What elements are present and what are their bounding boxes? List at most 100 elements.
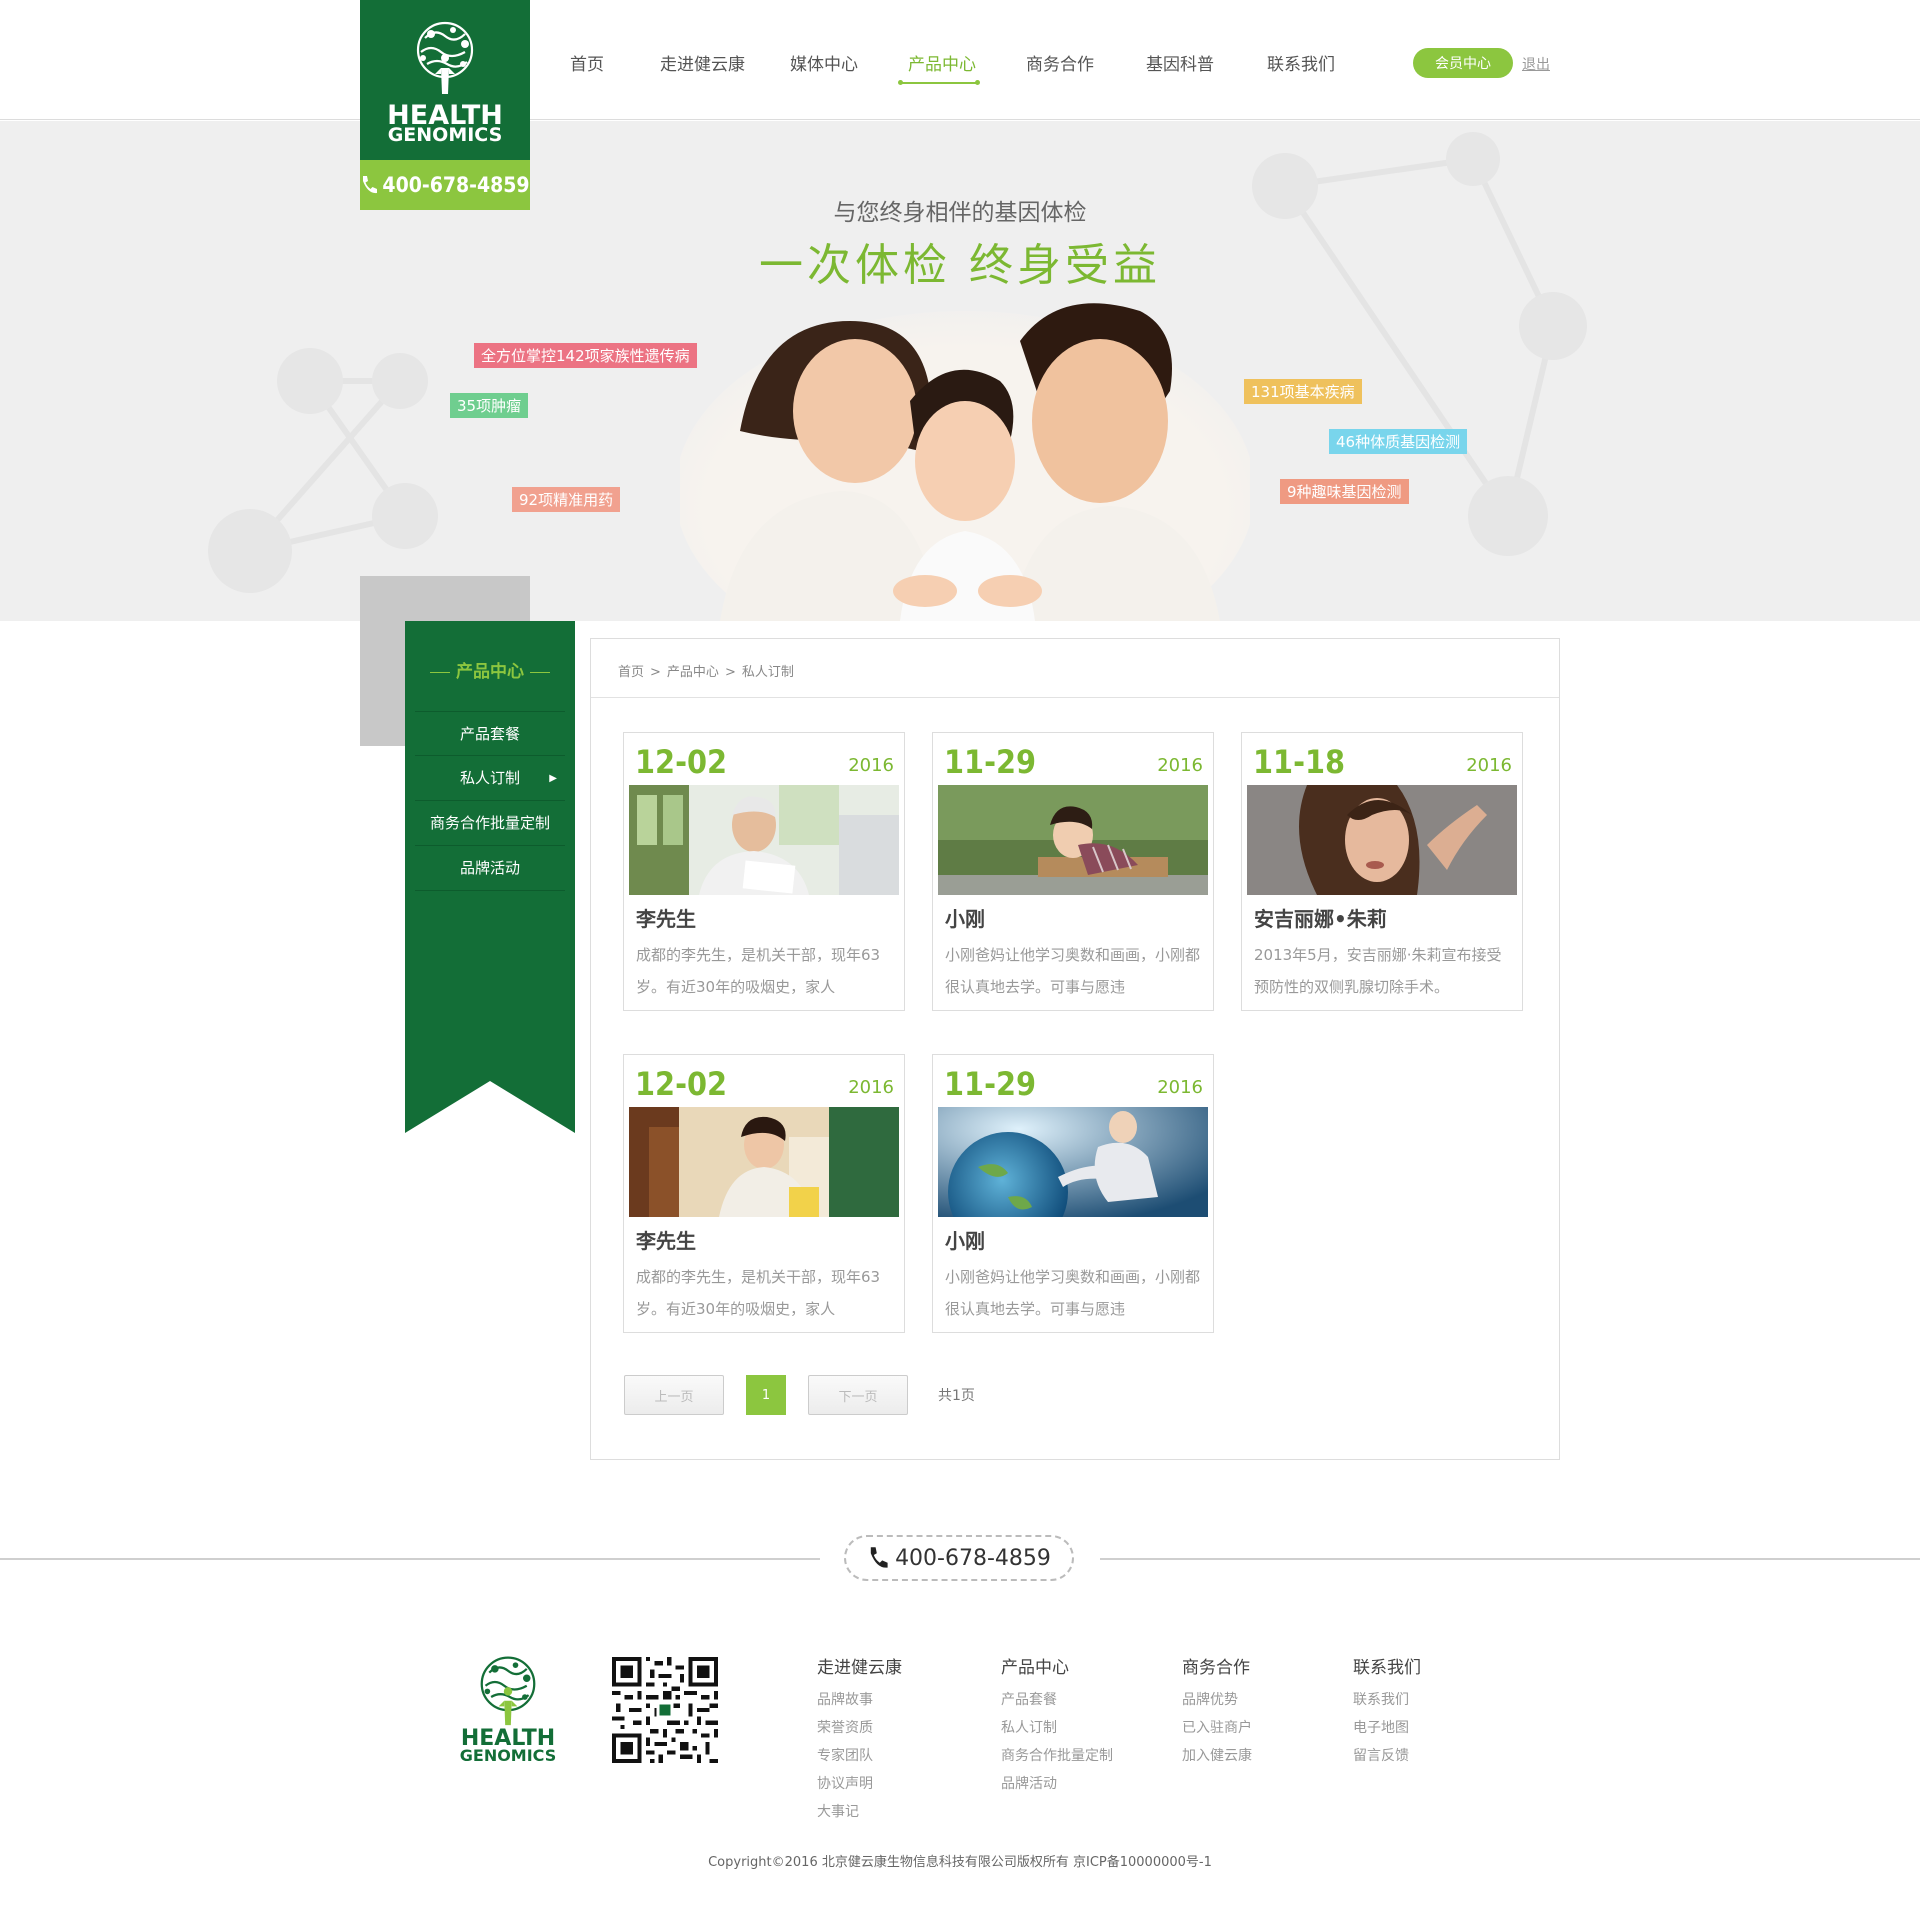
nav-products[interactable]: 产品中心	[898, 44, 1026, 85]
card-description: 小刚爸妈让他学习奥数和画画，小刚都很认真地去学。可事与愿违	[945, 946, 1201, 996]
sidebar-title: 产品中心	[405, 657, 575, 682]
card-date: 11-18	[1253, 743, 1346, 781]
footer-link[interactable]: 品牌优势	[1182, 1686, 1252, 1714]
card-year: 2016	[848, 755, 894, 776]
card-photo	[629, 1107, 899, 1217]
caret-right-icon: ▶	[549, 773, 557, 784]
footer-logo[interactable]: HEALTH GENOMICS	[458, 1652, 558, 1767]
qr-code	[612, 1657, 718, 1763]
page: 首页 走进健云康 媒体中心 产品中心 商务合作 基因科普 联系我们 会员中心 退…	[0, 0, 1920, 1930]
footer-phone: 400-678-4859	[844, 1535, 1074, 1581]
card-name: 小刚	[945, 1229, 985, 1253]
banner-title: 一次体检 终身受益	[759, 240, 1161, 291]
footer-link[interactable]: 已入驻商户	[1182, 1714, 1252, 1742]
footer-link[interactable]: 联系我们	[1353, 1686, 1421, 1714]
site-header: 首页 走进健云康 媒体中心 产品中心 商务合作 基因科普 联系我们 会员中心 退…	[0, 0, 1920, 120]
footer-column-title: 商务合作	[1182, 1658, 1250, 1678]
nav-contact[interactable]: 联系我们	[1267, 44, 1367, 80]
footer-phone-number: 400-678-4859	[895, 1545, 1051, 1571]
footer-column-title: 联系我们	[1353, 1658, 1421, 1678]
footer-link[interactable]: 电子地图	[1353, 1714, 1421, 1742]
card-name: 安吉丽娜•朱莉	[1254, 907, 1387, 931]
logout-link[interactable]: 退出	[1522, 54, 1550, 74]
page-total: 共1页	[938, 1388, 975, 1404]
logo-text-genomics: GENOMICS	[387, 124, 503, 146]
footer-link[interactable]: 私人订制	[1001, 1714, 1113, 1742]
nav-media[interactable]: 媒体中心	[790, 44, 912, 80]
hero-banner: 与您终身相伴的基因体检 一次体检 终身受益 全方位掌控142项家族性遗传病 35…	[0, 121, 1920, 621]
banner-tag-tumor: 35项肿瘤	[450, 393, 529, 418]
story-card[interactable]: 11-29 2016 小刚 小刚爸妈让他学习奥数和画画，小刚都很认真地去学。可事…	[932, 732, 1214, 1011]
footer-link[interactable]: 协议声明	[817, 1770, 902, 1798]
story-card[interactable]: 11-18 2016 安吉丽娜•朱莉 2013年5月，安吉丽娜·朱莉宣布接受预防…	[1241, 732, 1523, 1011]
nav-active-underline	[898, 80, 980, 85]
card-date: 11-29	[944, 743, 1037, 781]
sidebar-item-custom[interactable]: 私人订制 ▶	[415, 756, 565, 801]
breadcrumb-products[interactable]: 产品中心	[667, 665, 719, 680]
footer-column-contact: 联系我们 联系我们 电子地图 留言反馈	[1353, 1653, 1421, 1770]
banner-tag-constitution: 46种体质基因检测	[1329, 429, 1468, 454]
card-name: 小刚	[945, 907, 985, 931]
logo[interactable]: HEALTH GENOMICS 400-678-4859	[360, 0, 530, 210]
story-card[interactable]: 12-02 2016 李先生 成都的李先生，是机关干部，现年63岁。有近30年的…	[623, 1054, 905, 1333]
footer-divider-left	[0, 1558, 820, 1560]
footer-link[interactable]: 大事记	[817, 1798, 902, 1826]
footer-column-title: 走进健云康	[817, 1658, 902, 1678]
sidebar-item-packages[interactable]: 产品套餐	[415, 711, 565, 756]
card-name: 李先生	[636, 907, 696, 931]
banner-tag-fun: 9种趣味基因检测	[1280, 479, 1409, 504]
page-number-current[interactable]: 1	[746, 1375, 786, 1415]
card-date: 12-02	[635, 743, 728, 781]
banner-subtitle: 与您终身相伴的基因体检	[833, 200, 1087, 226]
sidebar-item-brand[interactable]: 品牌活动	[415, 846, 565, 891]
tree-logo-icon	[416, 21, 474, 94]
tree-logo-icon	[480, 1656, 536, 1726]
footer-link[interactable]: 产品套餐	[1001, 1686, 1113, 1714]
main-nav: 首页 走进健云康 媒体中心 产品中心 商务合作 基因科普 联系我们	[570, 44, 1367, 85]
footer-link[interactable]: 品牌活动	[1001, 1770, 1113, 1798]
card-photo	[938, 785, 1208, 895]
footer-link[interactable]: 留言反馈	[1353, 1742, 1421, 1770]
breadcrumb: 首页 > 产品中心 > 私人订制	[618, 661, 794, 680]
footer-link[interactable]: 荣誉资质	[817, 1714, 902, 1742]
prev-page-button[interactable]: 上一页	[624, 1375, 724, 1415]
family-photo	[680, 303, 1250, 621]
nav-products-label: 产品中心	[908, 55, 976, 75]
footer-column-products: 产品中心 产品套餐 私人订制 商务合作批量定制 品牌活动	[1001, 1653, 1113, 1798]
card-description: 小刚爸妈让他学习奥数和画画，小刚都很认真地去学。可事与愿违	[945, 1268, 1201, 1318]
content-panel: 首页 > 产品中心 > 私人订制 12-02 2016 李先生 成都的李先生，是机关干部…	[590, 638, 1560, 1460]
pagination: 上一页 1 下一页 共1页	[624, 1375, 975, 1415]
nav-business[interactable]: 商务合作	[1026, 44, 1146, 80]
story-card[interactable]: 11-29 2016 小刚 小刚爸妈让他学习奥数和画画，小刚都很认真地去学。可事…	[932, 1054, 1214, 1333]
logo-phone: 400-678-4859	[360, 160, 530, 210]
logo-panel: HEALTH GENOMICS	[360, 0, 530, 160]
next-page-button[interactable]: 下一页	[808, 1375, 908, 1415]
footer-link[interactable]: 商务合作批量定制	[1001, 1742, 1113, 1770]
member-center-button[interactable]: 会员中心	[1413, 48, 1513, 78]
card-description: 成都的李先生，是机关干部，现年63岁。有近30年的吸烟史，家人	[636, 946, 881, 996]
banner-tag-drug: 92项精准用药	[512, 487, 621, 512]
nav-home[interactable]: 首页	[570, 44, 654, 80]
story-card[interactable]: 12-02 2016 李先生 成都的李先生，是机关干部，现年63岁。有近30年的…	[623, 732, 905, 1011]
footer-column-title: 产品中心	[1001, 1658, 1069, 1678]
card-name: 李先生	[636, 1229, 696, 1253]
phone-icon	[870, 1547, 888, 1568]
card-year: 2016	[1157, 755, 1203, 776]
card-year: 2016	[848, 1077, 894, 1098]
copyright: Copyright©2016 北京健云康生物信息科技有限公司版权所有 京ICP备…	[708, 1855, 1212, 1870]
footer-link[interactable]: 加入健云康	[1182, 1742, 1252, 1770]
card-photo	[1247, 785, 1517, 895]
banner-tag-disease: 131项基本疾病	[1244, 379, 1362, 404]
footer-link[interactable]: 专家团队	[817, 1742, 902, 1770]
card-date: 12-02	[635, 1065, 728, 1103]
card-photo	[629, 785, 899, 895]
breadcrumb-current: 私人订制	[741, 665, 794, 680]
sidebar-item-bulk[interactable]: 商务合作批量定制	[415, 801, 565, 846]
nav-about[interactable]: 走进健云康	[660, 44, 802, 80]
phone-icon	[363, 176, 378, 194]
title-dash-left	[430, 671, 450, 673]
breadcrumb-home[interactable]: 首页	[618, 665, 644, 680]
nav-gene-science[interactable]: 基因科普	[1146, 44, 1267, 80]
card-description: 2013年5月，安吉丽娜·朱莉宣布接受预防性的双侧乳腺切除手术。	[1254, 946, 1502, 996]
footer-link[interactable]: 品牌故事	[817, 1686, 902, 1714]
